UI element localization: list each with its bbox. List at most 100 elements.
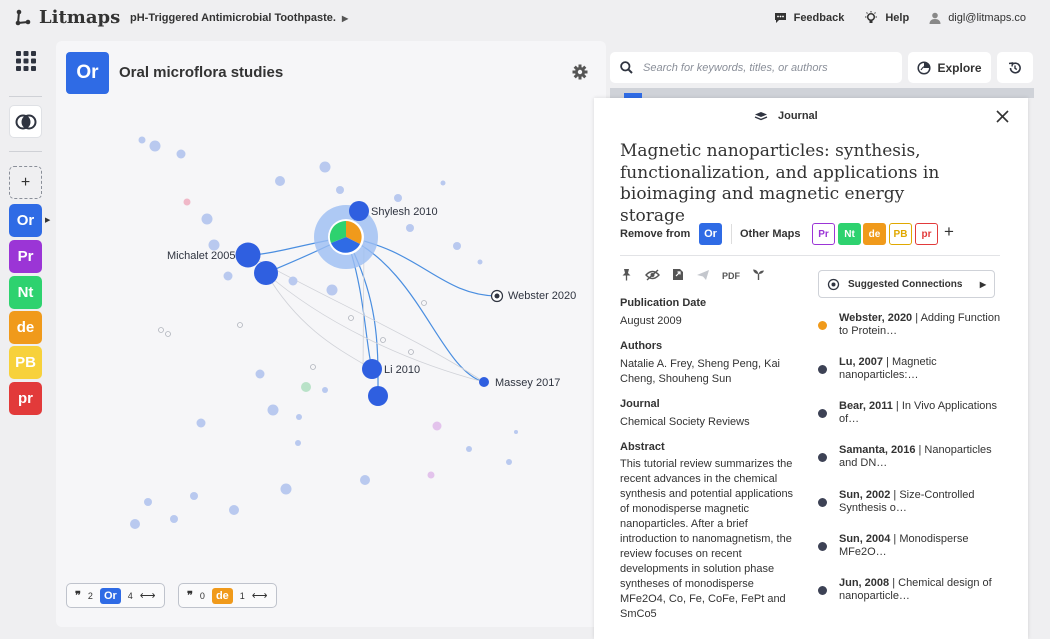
share-button[interactable] [696, 269, 710, 283]
node [427, 471, 435, 479]
node [255, 369, 265, 379]
suggested-author: Samanta, 2016 [839, 444, 916, 456]
arrows-horizontal-icon: ⟷ [139, 590, 156, 602]
counter-map-pill: de [211, 587, 233, 604]
node [394, 194, 402, 202]
explore-button[interactable]: Explore [908, 52, 991, 83]
target-icon [827, 278, 840, 290]
other-map-pr-red[interactable]: pr [915, 223, 938, 245]
close-button[interactable] [996, 110, 1009, 128]
suggested-item[interactable]: Webster, 2020 | Adding Function to Prote… [818, 312, 1003, 338]
marker [158, 327, 164, 333]
rail-map-or[interactable]: Or [9, 204, 42, 237]
litmaps-logo[interactable]: Litmaps [14, 7, 120, 28]
rail-map-label: Pr [17, 248, 34, 265]
map-counter-or[interactable]: ❞ 2 Or 4 ⟷ [66, 583, 165, 608]
remove-from-map-button[interactable]: Or [699, 223, 722, 245]
account-email: digl@litmaps.co [948, 12, 1026, 24]
help-link[interactable]: Help [864, 11, 909, 25]
breadcrumb[interactable]: pH-Triggered Antimicrobial Toothpaste. ▶ [130, 12, 348, 24]
node [130, 519, 140, 529]
feedback-link[interactable]: Feedback [774, 11, 845, 25]
suggested-item[interactable]: Bear, 2011 | In Vivo Applications of… [818, 400, 1003, 426]
node [466, 446, 472, 452]
marker [348, 315, 354, 321]
suggested-item[interactable]: Samanta, 2016 | Nanoparticles and DN… [818, 444, 1003, 470]
feedback-label: Feedback [793, 12, 845, 24]
account-menu[interactable]: digl@litmaps.co [929, 11, 1026, 25]
suggested-author: Webster, 2020 [839, 312, 913, 324]
authors-value: Natalie A. Frey, Sheng Peng, Kai Cheng, … [620, 358, 780, 385]
add-to-map-button[interactable]: + [944, 222, 954, 242]
publication-date-label: Publication Date [620, 297, 707, 309]
label-michalet[interactable]: Michalet 2005 [167, 250, 236, 262]
rail-map-de[interactable]: de [9, 311, 42, 344]
other-map-pb[interactable]: PB [889, 223, 912, 245]
left-rail: + Or ▶ Pr Nt de PB pr [0, 38, 52, 639]
edge [265, 272, 373, 370]
top-links: Feedback Help digl@litmaps.co [774, 11, 1026, 25]
rail-divider [9, 96, 42, 97]
other-map-de[interactable]: de [863, 223, 886, 245]
suggested-dot-icon [818, 453, 827, 462]
hide-button[interactable] [645, 268, 660, 283]
node-webster-core [494, 293, 500, 299]
lightbulb-icon [865, 11, 878, 23]
label-shylesh[interactable]: Shylesh 2010 [371, 206, 438, 218]
rail-map-label: Or [16, 212, 35, 229]
node [406, 224, 414, 232]
marker [310, 364, 316, 370]
history-button[interactable] [997, 52, 1033, 83]
node-michalet [235, 242, 261, 268]
other-map-nt[interactable]: Nt [838, 223, 861, 245]
rail-map-nt[interactable]: Nt [9, 276, 42, 309]
suggested-item[interactable]: Jun, 2008 | Chemical design of nanoparti… [818, 577, 1003, 603]
rail-divider [9, 151, 42, 152]
user-icon [929, 12, 941, 24]
pdf-button[interactable]: PDF [722, 271, 740, 281]
history-icon [1008, 61, 1021, 74]
suggested-author: Sun, 2004 [839, 533, 891, 545]
node [322, 387, 328, 393]
label-massey[interactable]: Massey 2017 [495, 377, 560, 389]
rail-map-pr-red[interactable]: pr [9, 382, 42, 415]
abstract-label: Abstract [620, 441, 665, 453]
label-webster[interactable]: Webster 2020 [508, 290, 576, 302]
node [144, 498, 152, 506]
counter-map-pill: Or [99, 587, 121, 604]
rail-map-pr-purple[interactable]: Pr [9, 240, 42, 273]
node [506, 459, 512, 465]
node [477, 259, 483, 265]
node [149, 140, 161, 152]
rail-map-pb[interactable]: PB [9, 346, 42, 379]
map-settings-button[interactable] [572, 64, 588, 85]
map-counter-de[interactable]: ❞ 0 de 1 ⟷ [178, 583, 277, 608]
gear-icon [572, 64, 588, 80]
node [267, 404, 279, 416]
link-count: 1 [239, 590, 245, 601]
node [453, 242, 461, 250]
node [440, 180, 446, 186]
marker [421, 300, 427, 306]
node [183, 198, 191, 206]
publication-date-section: Publication Date August 2009 [620, 297, 800, 329]
pin-button[interactable] [620, 268, 633, 283]
citation-graph[interactable]: Shylesh 2010 Michalet 2005 Webster 2020 … [56, 41, 606, 627]
label-li[interactable]: Li 2010 [384, 364, 420, 376]
suggested-item[interactable]: Sun, 2002 | Size-Controlled Synthesis o… [818, 489, 1003, 515]
other-map-pr-purple[interactable]: Pr [812, 223, 835, 245]
suggested-item[interactable]: Sun, 2004 | Monodisperse MFe2O… [818, 533, 1003, 559]
suggested-connections-button[interactable]: Suggested Connections ▶ [818, 270, 995, 298]
apps-grid-button[interactable] [16, 51, 36, 71]
search-box [610, 52, 902, 83]
breadcrumb-project[interactable]: pH-Triggered Antimicrobial Toothpaste. [130, 12, 336, 24]
seedling-button[interactable] [752, 268, 765, 283]
venn-overlap-button[interactable] [9, 105, 42, 138]
suggested-dot-icon [818, 409, 827, 418]
suggested-item[interactable]: Lu, 2007 | Magnetic nanoparticles:… [818, 356, 1003, 382]
suggested-dot-icon [818, 321, 827, 330]
add-map-button[interactable]: + [9, 166, 42, 199]
map-title[interactable]: Oral microflora studies [119, 64, 283, 81]
export-button[interactable] [672, 268, 684, 283]
search-input[interactable] [643, 61, 888, 74]
